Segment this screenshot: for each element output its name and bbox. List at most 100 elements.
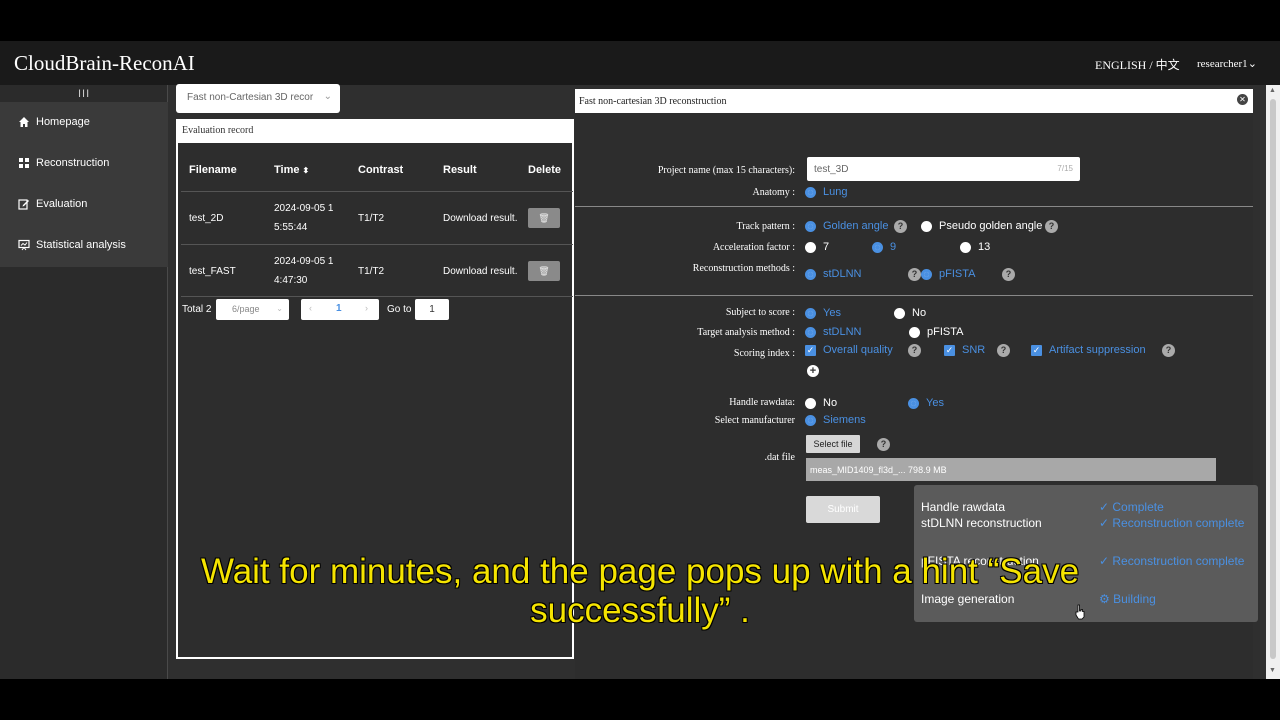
accel-option-label: 13 (978, 241, 991, 253)
help-icon[interactable]: ? (997, 344, 1010, 357)
sidebar-item-label: Statistical analysis (36, 239, 126, 251)
anatomy-label: Anatomy : (752, 187, 796, 198)
pagination: Total 2 6/page ⌄ ‹ 1 › Go to 1 (182, 299, 574, 321)
sidebar-item-label: Reconstruction (36, 157, 110, 169)
contrast-cell: T1/T2 (358, 266, 385, 277)
chevron-down-icon: ⌄ (323, 91, 332, 102)
delete-button[interactable]: 🗑 (528, 208, 560, 228)
target-radio-stdlnn[interactable]: stDLNN (805, 326, 862, 338)
chevron-down-icon: ⌄ (1247, 58, 1257, 70)
next-page-icon[interactable]: › (365, 303, 368, 313)
sidebar-item-evaluation[interactable]: Evaluation (0, 184, 168, 224)
record-type-select[interactable]: Fast non-Cartesian 3D recor ⌄ (176, 84, 340, 113)
time-cell: 2024-09-05 1 (274, 203, 334, 214)
index-check-snr[interactable]: ✓ SNR (944, 344, 985, 356)
help-icon[interactable]: ? (894, 220, 907, 233)
help-icon[interactable]: ? (1162, 344, 1175, 357)
target-option-label: pFISTA (927, 326, 964, 338)
rawdata-radio-yes[interactable]: Yes (908, 397, 944, 409)
radio-icon (805, 186, 816, 198)
radio-icon (805, 220, 816, 232)
track-option-label: Golden angle (823, 220, 889, 232)
accel-radio-13[interactable]: 13 (960, 241, 990, 253)
radio-icon (894, 307, 905, 319)
radio-icon (805, 397, 816, 409)
target-option-label: stDLNN (823, 326, 862, 338)
sidebar-item-reconstruction[interactable]: Reconstruction (0, 143, 168, 183)
language-switch[interactable]: ENGLISH / 中文 (1095, 56, 1180, 73)
track-radio-pseudo-golden[interactable]: Pseudo golden angle (921, 220, 1042, 232)
add-index-button[interactable]: + (807, 365, 819, 377)
radio-icon (872, 241, 883, 253)
accel-radio-9[interactable]: 9 (872, 241, 896, 253)
prev-page-icon[interactable]: ‹ (309, 303, 312, 313)
current-page[interactable]: 1 (336, 303, 342, 314)
menu-toggle-icon[interactable]: III (78, 88, 90, 100)
progress-status: ✓ Complete (1099, 500, 1164, 514)
char-counter: 7/15 (1057, 164, 1073, 173)
recon-check-stdlnn[interactable]: stDLNN (805, 268, 862, 280)
submit-button[interactable]: Submit (806, 496, 880, 523)
sort-icon[interactable]: ⬍ (303, 166, 310, 175)
index-option-label: SNR (962, 344, 986, 356)
column-header-time[interactable]: Time ⬍ (274, 149, 309, 191)
radio-icon (805, 414, 816, 426)
score-label: Subject to score : (725, 307, 795, 318)
score-option-label: Yes (823, 307, 841, 319)
user-name: researcher1 (1197, 58, 1248, 70)
rawdata-option-label: Yes (926, 397, 944, 409)
total-count: Total 2 (182, 304, 212, 315)
top-bar: CloudBrain-ReconAI ENGLISH / 中文 research… (0, 41, 1280, 85)
scroll-up-icon[interactable]: ▲ (1269, 87, 1276, 94)
page-size-select[interactable]: 6/page ⌄ (216, 299, 289, 320)
progress-status: ✓ Reconstruction complete (1099, 516, 1245, 530)
select-file-button[interactable]: Select file (806, 435, 860, 453)
user-menu[interactable]: researcher1⌄ (1197, 57, 1257, 70)
scroll-down-icon[interactable]: ▼ (1269, 667, 1276, 674)
progress-step: Handle rawdata (921, 500, 1006, 514)
subtitle-line: successfully” . (529, 590, 750, 631)
scoring-index-label: Scoring index : (733, 348, 795, 359)
radio-icon (805, 307, 816, 319)
sidebar-item-statistical-analysis[interactable]: Statistical analysis (0, 225, 168, 265)
download-result-link[interactable]: Download result. (443, 266, 517, 277)
app-title: CloudBrain-ReconAI (14, 51, 195, 75)
help-icon[interactable]: ? (908, 268, 921, 281)
track-radio-golden-angle[interactable]: Golden angle (805, 220, 888, 232)
help-icon[interactable]: ? (1002, 268, 1015, 281)
contrast-cell: T1/T2 (358, 213, 385, 224)
download-result-link[interactable]: Download result. (443, 213, 517, 224)
recon-option-label: pFISTA (939, 268, 976, 280)
help-icon[interactable]: ? (877, 438, 890, 451)
manufacturer-label: Select manufacturer (714, 415, 795, 426)
help-icon[interactable]: ? (1045, 220, 1058, 233)
sidebar-menu: Homepage Reconstruction Evaluation Stati… (0, 102, 168, 267)
target-radio-pfista[interactable]: pFISTA (909, 326, 963, 338)
sidebar-item-homepage[interactable]: Homepage (0, 102, 168, 142)
trash-icon: 🗑 (538, 213, 550, 223)
score-radio-yes[interactable]: Yes (805, 307, 841, 319)
trash-icon: 🗑 (538, 266, 550, 276)
rawdata-option-label: No (823, 397, 838, 409)
index-check-artifact-suppression[interactable]: ✓ Artifact suppression (1031, 344, 1146, 356)
project-name-input[interactable]: test_3D 7/15 (807, 157, 1080, 181)
accel-option-label: 7 (823, 241, 830, 253)
checkbox-icon: ✓ (1031, 344, 1042, 356)
index-check-overall-quality[interactable]: ✓ Overall quality (805, 344, 893, 356)
goto-page-input[interactable]: 1 (415, 299, 449, 320)
anatomy-radio-lung[interactable]: Lung (805, 186, 847, 198)
dat-file-label: .dat file (764, 452, 795, 463)
chevron-down-icon: ⌄ (276, 304, 283, 313)
score-radio-no[interactable]: No (894, 307, 926, 319)
manufacturer-radio-siemens[interactable]: Siemens (805, 414, 866, 426)
time-cell-cont: 4:47:30 (274, 275, 308, 286)
recon-check-pfista[interactable]: pFISTA (921, 268, 975, 280)
progress-step: stDLNN reconstruction (921, 516, 1042, 530)
rawdata-radio-no[interactable]: No (805, 397, 837, 409)
accel-radio-7[interactable]: 7 (805, 241, 829, 253)
close-icon[interactable]: ✕ (1237, 94, 1248, 105)
chart-icon (18, 239, 30, 251)
filename-cell: test_2D (189, 213, 224, 224)
delete-button[interactable]: 🗑 (528, 261, 560, 281)
help-icon[interactable]: ? (908, 344, 921, 357)
